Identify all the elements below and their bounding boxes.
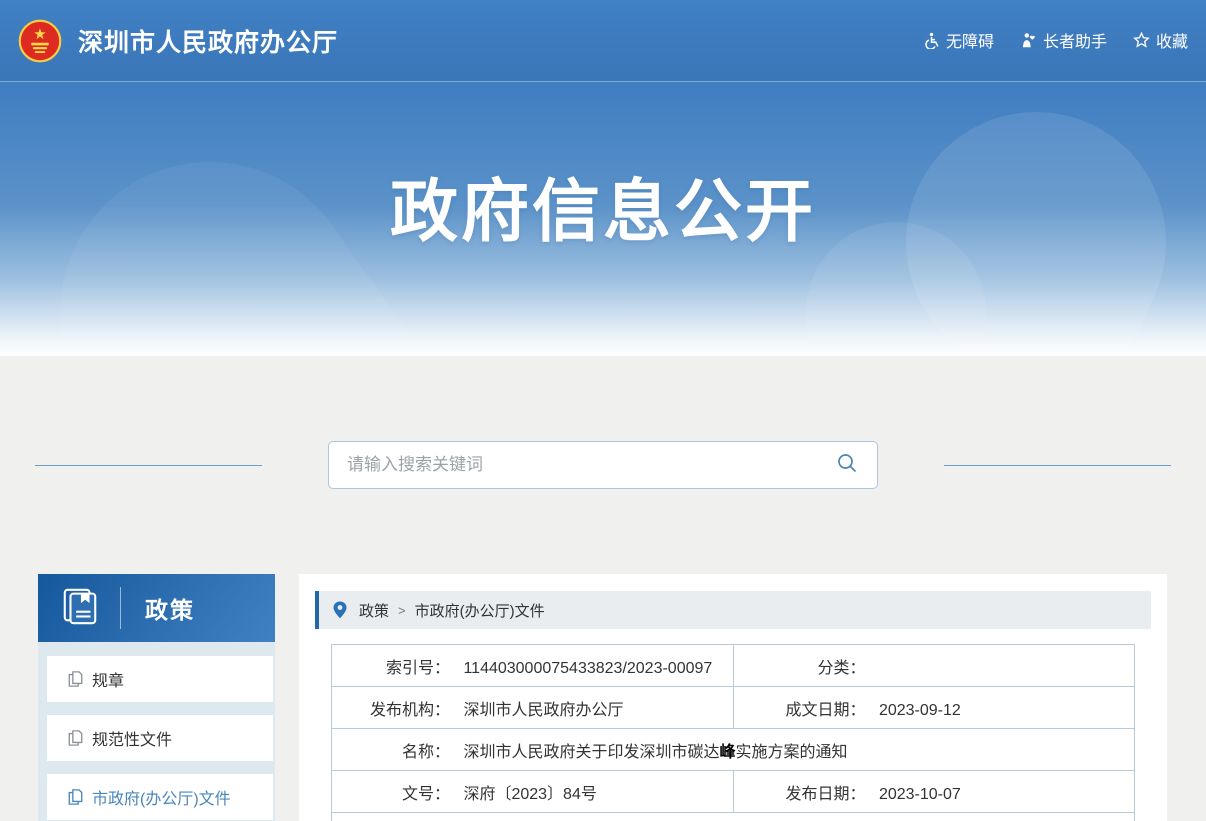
document-name-label: 名称： xyxy=(332,738,450,762)
document-name-value: 深圳市人民政府关于印发深圳市碳达峰实施方案的通知 xyxy=(463,744,847,761)
category-label: 分类： xyxy=(734,654,866,678)
wheelchair-icon xyxy=(923,32,940,49)
written-date-value: 2023-09-12 xyxy=(879,702,961,719)
accessibility-label: 无障碍 xyxy=(946,28,994,52)
sidebar-item-municipal-government-documents[interactable]: 市政府(办公厅)文件 xyxy=(47,774,273,820)
sidebar-header-divider xyxy=(120,587,121,629)
publish-date-label: 发布日期： xyxy=(734,780,866,804)
sidebar-header: 政策 xyxy=(38,574,275,642)
document-name-cell: 名称： 深圳市人民政府关于印发深圳市碳达峰实施方案的通知 xyxy=(332,729,1135,771)
document-detail-panel: 政策 > 市政府(办公厅)文件 索引号： 114403000075433823/… xyxy=(299,574,1167,821)
breadcrumb-separator: > xyxy=(398,603,406,618)
svg-text:★: ★ xyxy=(33,26,46,43)
star-icon xyxy=(1133,32,1150,49)
sidebar-item-label: 规章 xyxy=(92,667,124,691)
breadcrumb-item-municipal-documents[interactable]: 市政府(办公厅)文件 xyxy=(415,600,545,621)
sidebar-item-normative-documents[interactable]: 规范性文件 xyxy=(47,715,273,761)
favorite-label: 收藏 xyxy=(1156,28,1188,52)
policy-sidebar: 政策 规章 规范性文件 xyxy=(38,574,275,821)
sidebar-menu: 规章 规范性文件 市政府(办公厅)文件 xyxy=(38,642,275,821)
search-input[interactable] xyxy=(347,455,835,475)
search-box xyxy=(328,441,878,489)
category-cell: 分类： xyxy=(733,645,1135,687)
issuer-label: 发布机构： xyxy=(332,696,450,720)
document-icon xyxy=(68,671,83,687)
doc-number-value: 深府〔2023〕84号 xyxy=(463,786,596,803)
breadcrumb-item-policy[interactable]: 政策 xyxy=(359,600,389,621)
location-pin-icon xyxy=(333,601,347,619)
index-number-cell: 索引号： 114403000075433823/2023-00097 xyxy=(332,645,734,687)
content-area: 政策 规章 规范性文件 xyxy=(0,356,1206,821)
table-row xyxy=(332,813,1135,821)
search-section xyxy=(0,356,1206,489)
main-wrapper: 政策 规章 规范性文件 xyxy=(0,574,1206,821)
issuer-value: 深圳市人民政府办公厅 xyxy=(463,702,623,719)
top-utility-links: 无障碍 长者助手 收藏 xyxy=(923,28,1188,52)
index-number-label: 索引号： xyxy=(332,654,450,678)
issuer-cell: 发布机构： 深圳市人民政府办公厅 xyxy=(332,687,734,729)
publish-date-cell: 发布日期： 2023-10-07 xyxy=(733,771,1135,813)
clipped-row-cell xyxy=(332,813,1135,821)
table-row: 名称： 深圳市人民政府关于印发深圳市碳达峰实施方案的通知 xyxy=(332,729,1135,771)
document-icon xyxy=(68,730,83,746)
document-icon xyxy=(68,789,83,805)
highlighted-keyword: 峰 xyxy=(719,744,735,761)
doc-number-cell: 文号： 深府〔2023〕84号 xyxy=(332,771,734,813)
doc-number-label: 文号： xyxy=(332,780,450,804)
publish-date-value: 2023-10-07 xyxy=(879,786,961,803)
site-title: 深圳市人民政府办公厅 xyxy=(78,23,338,59)
sidebar-item-label: 规范性文件 xyxy=(92,726,172,750)
sidebar-item-regulations[interactable]: 规章 xyxy=(47,656,273,702)
index-number-value: 114403000075433823/2023-00097 xyxy=(463,660,712,677)
left-decorative-line xyxy=(35,465,262,466)
national-emblem-logo: ★ xyxy=(18,19,62,63)
sidebar-item-label: 市政府(办公厅)文件 xyxy=(92,785,231,809)
table-row: 发布机构： 深圳市人民政府办公厅 成文日期： 2023-09-12 xyxy=(332,687,1135,729)
written-date-cell: 成文日期： 2023-09-12 xyxy=(733,687,1135,729)
search-icon[interactable] xyxy=(835,451,859,480)
elder-assistant-link[interactable]: 长者助手 xyxy=(1020,28,1107,52)
top-header-bar: ★ 深圳市人民政府办公厅 无障碍 xyxy=(0,0,1206,82)
elder-assistant-label: 长者助手 xyxy=(1043,28,1107,52)
person-heart-icon xyxy=(1020,32,1037,49)
written-date-label: 成文日期： xyxy=(734,696,866,720)
page-title: 政府信息公开 xyxy=(0,82,1206,255)
right-decorative-line xyxy=(944,465,1171,466)
table-row: 文号： 深府〔2023〕84号 发布日期： 2023-10-07 xyxy=(332,771,1135,813)
policy-book-icon xyxy=(60,586,100,631)
page-banner: 政府信息公开 xyxy=(0,82,1206,356)
sidebar-title: 政策 xyxy=(145,591,195,625)
document-meta-table: 索引号： 114403000075433823/2023-00097 分类： 发… xyxy=(331,644,1135,821)
breadcrumb: 政策 > 市政府(办公厅)文件 xyxy=(315,591,1151,629)
accessibility-link[interactable]: 无障碍 xyxy=(923,28,994,52)
favorite-link[interactable]: 收藏 xyxy=(1133,28,1188,52)
table-row: 索引号： 114403000075433823/2023-00097 分类： xyxy=(332,645,1135,687)
